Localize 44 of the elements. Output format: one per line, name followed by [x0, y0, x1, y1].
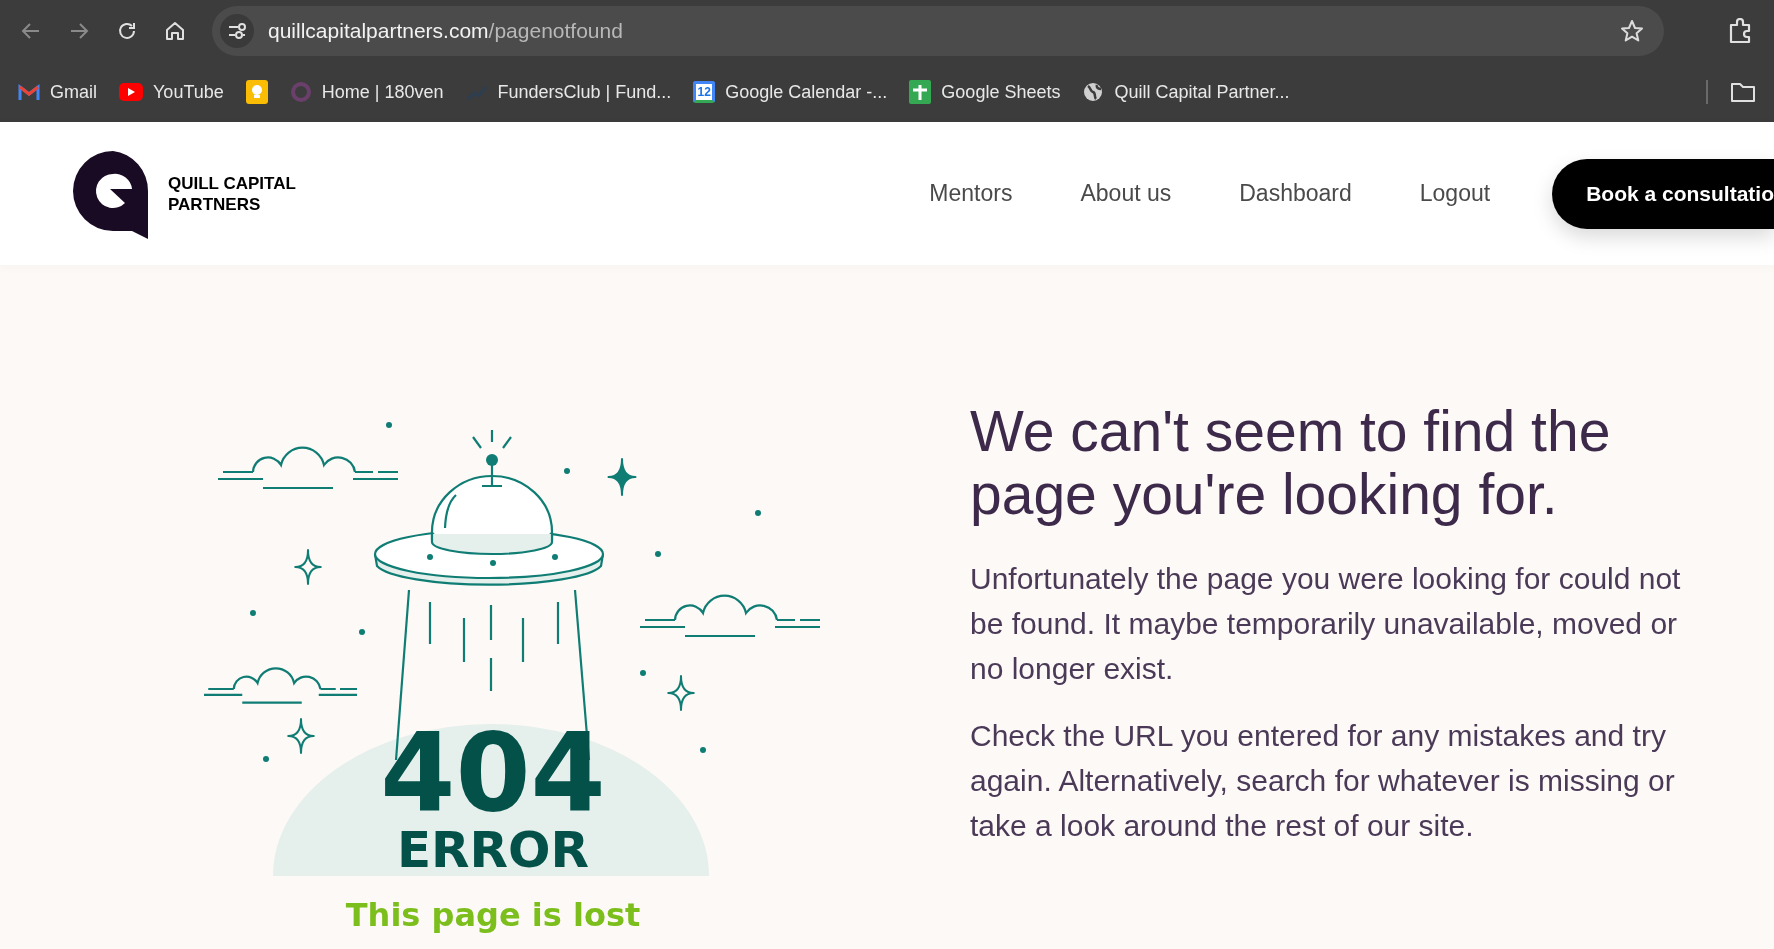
home-icon[interactable] [164, 20, 186, 42]
folder-icon[interactable] [1730, 81, 1756, 103]
nav-link[interactable]: Dashboard [1239, 176, 1352, 211]
sparkle-icon [667, 675, 695, 711]
body-paragraph: Check the URL you entered for any mistakes and try again. Alternatively, search for whatever is missing or take a look around the rest of our site. [970, 718, 1676, 844]
bookmark-link[interactable]: Home | 180ven [321, 78, 444, 106]
dot-icon [640, 670, 646, 676]
nav-link[interactable]: About us [1080, 176, 1172, 211]
dot-icon [655, 551, 661, 557]
lost-caption: This page is lost [345, 896, 641, 934]
sparkle-icon [607, 458, 637, 496]
dot-icon [700, 747, 706, 753]
bookmark-link[interactable]: Google Calendar -... [725, 78, 888, 106]
spreadsheet-icon[interactable] [909, 80, 932, 104]
dot-icon [564, 468, 570, 474]
nav-link[interactable]: Logout [1419, 176, 1491, 211]
play-icon[interactable] [119, 83, 143, 101]
logo-text: PARTNERS [168, 193, 262, 215]
dot-icon [755, 510, 761, 516]
mail-icon[interactable] [18, 83, 40, 101]
bookmark-link[interactable]: YouTube [153, 78, 224, 106]
dot-icon [250, 610, 256, 616]
bookmark-link[interactable]: FundersClub | Fund... [497, 78, 672, 106]
calendar-icon[interactable]: 12 [693, 81, 716, 103]
logo-text: QUILL CAPITAL [168, 172, 296, 194]
address-bar[interactable]: quillcapitalpartners.com/pagenotfound [212, 6, 1664, 56]
url-text[interactable]: quillcapitalpartners.com/pagenotfound [268, 15, 623, 47]
sparkle-icon [287, 718, 315, 754]
bookmark-link[interactable]: Gmail [50, 78, 97, 106]
bulb-icon[interactable] [245, 80, 268, 104]
page-heading: We can't seem to find the page you're looking for. [970, 400, 1612, 526]
bookmark-link[interactable]: Quill Capital Partner... [1114, 78, 1290, 106]
sparkle-icon [294, 549, 322, 585]
site-settings-icon[interactable] [220, 14, 254, 48]
star-icon[interactable] [1620, 19, 1644, 43]
dot-icon [263, 756, 269, 762]
bookmark-link[interactable]: Google Sheets [941, 78, 1061, 106]
reload-icon[interactable] [116, 20, 138, 42]
body-paragraph: Unfortunately the page you were looking for could not be found. It maybe temporarily unavailable, moved or no longer exist. [970, 561, 1682, 687]
book-consultation-button[interactable]: Book a consultatio [1552, 158, 1774, 229]
dot-icon [359, 629, 365, 635]
globe-icon[interactable] [1082, 81, 1105, 103]
nav-link[interactable]: Mentors [929, 176, 1013, 211]
dot-icon [386, 422, 392, 428]
